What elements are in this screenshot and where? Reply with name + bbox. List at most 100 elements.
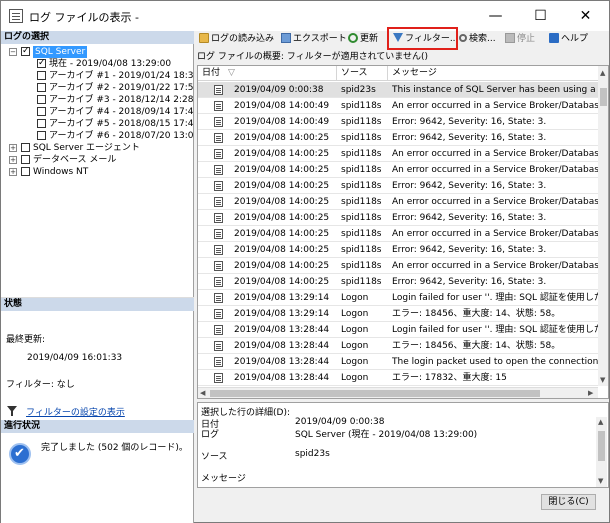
table-row[interactable]: 2019/04/08 13:28:44 Logon The login packet…: [198, 354, 598, 370]
table-row[interactable]: 2019/04/08 14:00:25 spid118s Error: 9642, …: [198, 242, 598, 258]
tree-item-label: アーカイブ #5 - 2018/08/15 17:45:0: [49, 119, 194, 129]
table-row[interactable]: 2019/04/08 14:00:25 spid118s An error occu…: [198, 162, 598, 178]
tree-item[interactable]: アーカイブ #5 - 2018/08/15 17:45:0: [1, 118, 194, 130]
grid-vertical-scrollbar[interactable]: ▲ ▼: [598, 66, 608, 386]
tree-checkbox[interactable]: [37, 107, 46, 116]
tree-item[interactable]: アーカイブ #2 - 2019/01/22 17:55:0: [1, 82, 194, 94]
search-button[interactable]: 検索...: [459, 31, 496, 47]
maximize-button[interactable]: ☐: [518, 1, 563, 31]
table-row[interactable]: 2019/04/08 14:00:25 spid118s Error: 9642, …: [198, 178, 598, 194]
cell-date: 2019/04/08 14:00:49: [234, 101, 330, 111]
tree-item[interactable]: アーカイブ #1 - 2019/01/24 18:36:0: [1, 70, 194, 82]
tree-checkbox[interactable]: [37, 119, 46, 128]
collapse-icon[interactable]: −: [9, 48, 17, 56]
log-entry-icon: [214, 245, 223, 255]
cell-date: 2019/04/08 14:00:25: [234, 133, 330, 143]
table-row[interactable]: 2019/04/08 14:00:25 spid118s Error: 9642, …: [198, 210, 598, 226]
cell-source: spid118s: [341, 197, 382, 207]
cell-message: An error occurred in a Service Broker/Da…: [392, 261, 598, 271]
progress-header: 進行状況: [1, 420, 194, 433]
table-row[interactable]: 2019/04/08 13:29:14 Logon エラー: 18456、重大度: …: [198, 306, 598, 322]
table-row[interactable]: 2019/04/08 13:29:14 Logon Login failed for…: [198, 290, 598, 306]
table-row[interactable]: 2019/04/08 14:00:49 spid118s An error occu…: [198, 98, 598, 114]
cell-source: spid118s: [341, 165, 382, 175]
tree-checkbox[interactable]: [37, 71, 46, 80]
log-entry-icon: [214, 309, 223, 319]
tree-item[interactable]: −SQL Server: [1, 45, 194, 58]
stop-button[interactable]: 停止: [505, 31, 535, 47]
tree-item[interactable]: 現在 - 2019/04/08 13:29:00: [1, 57, 194, 70]
table-row[interactable]: 2019/04/08 14:00:25 spid118s Error: 9642, …: [198, 130, 598, 146]
expand-icon[interactable]: +: [9, 168, 17, 176]
tree-item[interactable]: アーカイブ #4 - 2018/09/14 17:46:0: [1, 106, 194, 118]
log-grid: 日付 ▽ ソース メッセージ 2019/04/09 0:00:38 spid23s T…: [197, 65, 609, 399]
log-entry-icon: [214, 357, 223, 367]
details-scroll-thumb[interactable]: [598, 431, 605, 461]
column-header-source[interactable]: ソース: [337, 66, 388, 81]
tree-checkbox[interactable]: [21, 167, 30, 176]
export-button[interactable]: エクスポート: [281, 31, 347, 47]
cell-date: 2019/04/08 13:28:44: [234, 325, 330, 335]
tree-checkbox[interactable]: [37, 83, 46, 92]
tree-item[interactable]: + Windows NT: [1, 166, 194, 178]
tree-checkbox[interactable]: [37, 131, 46, 140]
tree-item-label: アーカイブ #6 - 2018/07/20 13:06:0: [49, 131, 194, 141]
tree-checkbox[interactable]: [21, 155, 30, 164]
status-header: 状態: [1, 298, 194, 311]
close-window-button[interactable]: ✕: [563, 1, 608, 31]
filter-status: フィルター: なし: [6, 380, 75, 390]
table-row[interactable]: 2019/04/08 14:00:25 spid118s Error: 9642, …: [198, 274, 598, 290]
table-row[interactable]: 2019/04/08 14:00:25 spid118s An error occu…: [198, 146, 598, 162]
table-row[interactable]: 2019/04/08 14:00:25 spid118s An error occu…: [198, 258, 598, 274]
cell-date: 2019/04/08 14:00:25: [234, 181, 330, 191]
table-row[interactable]: 2019/04/08 14:00:25 spid118s An error occu…: [198, 226, 598, 242]
column-header-message[interactable]: メッセージ: [388, 66, 598, 81]
tree-checkbox[interactable]: [21, 45, 30, 57]
load-log-button[interactable]: ログの読み込み: [199, 31, 274, 47]
table-row[interactable]: 2019/04/08 13:28:44 Logon エラー: 18456、重大度: …: [198, 338, 598, 354]
help-button[interactable]: ヘルプ: [549, 31, 588, 47]
help-icon: [549, 32, 559, 43]
export-label: エクスポート: [293, 34, 347, 44]
grid-horizontal-scrollbar[interactable]: ◀ ▶: [198, 387, 598, 398]
tree-checkbox[interactable]: [21, 143, 30, 152]
details-vertical-scrollbar[interactable]: ▲ ▼: [596, 417, 607, 487]
expand-icon[interactable]: +: [9, 156, 17, 164]
refresh-button[interactable]: 更新: [348, 31, 378, 47]
table-row[interactable]: 2019/04/09 0:00:38 spid23s This instance o…: [198, 82, 598, 98]
cell-date: 2019/04/08 14:00:25: [234, 149, 330, 159]
log-viewer-icon: [9, 9, 23, 23]
column-header-date[interactable]: 日付 ▽: [198, 66, 337, 81]
close-button[interactable]: 閉じる(C): [541, 494, 596, 510]
tree-checkbox[interactable]: [37, 57, 46, 69]
cell-source: spid118s: [341, 213, 382, 223]
tree-item[interactable]: アーカイブ #3 - 2018/12/14 2:28:00: [1, 94, 194, 106]
minimize-button[interactable]: —: [473, 1, 518, 31]
cell-date: 2019/04/08 14:00:25: [234, 229, 330, 239]
filter-highlight-box: [387, 27, 458, 50]
load-log-label: ログの読み込み: [211, 34, 275, 44]
table-row[interactable]: 2019/04/08 14:00:25 spid118s An error occu…: [198, 194, 598, 210]
tree-item[interactable]: アーカイブ #6 - 2018/07/20 13:06:0: [1, 130, 194, 142]
tree-checkbox[interactable]: [37, 95, 46, 104]
table-row[interactable]: 2019/04/08 13:28:44 Logon Login failed for…: [198, 322, 598, 338]
last-updated-label: 最終更新:: [6, 335, 46, 345]
tree-item[interactable]: + データベース メール: [1, 154, 194, 166]
column-header-date-label: 日付: [202, 68, 221, 78]
details-date-value: 2019/04/09 0:00:38: [295, 417, 385, 427]
cell-date: 2019/04/09 0:00:38: [234, 85, 324, 95]
log-entry-icon: [214, 261, 223, 271]
log-entry-icon: [214, 293, 223, 303]
tree-item[interactable]: + SQL Server エージェント: [1, 142, 194, 154]
cell-source: spid23s: [341, 85, 376, 95]
table-row[interactable]: 2019/04/08 13:28:44 Logon エラー: 17832、重大度: …: [198, 370, 598, 386]
filter-settings-link[interactable]: フィルターの設定の表示: [26, 405, 125, 418]
expand-icon[interactable]: +: [9, 144, 17, 152]
grid-horizontal-scroll-thumb[interactable]: [210, 390, 540, 397]
table-row[interactable]: 2019/04/08 14:00:49 spid118s Error: 9642, …: [198, 114, 598, 130]
grid-vertical-scroll-thumb[interactable]: [600, 88, 607, 106]
cell-message: An error occurred in a Service Broker/Da…: [392, 101, 598, 111]
details-log-label: ログ: [201, 430, 220, 440]
details-source-value: spid23s: [295, 449, 330, 459]
cell-message: エラー: 18456、重大度: 14、状態: 58。: [392, 309, 561, 319]
